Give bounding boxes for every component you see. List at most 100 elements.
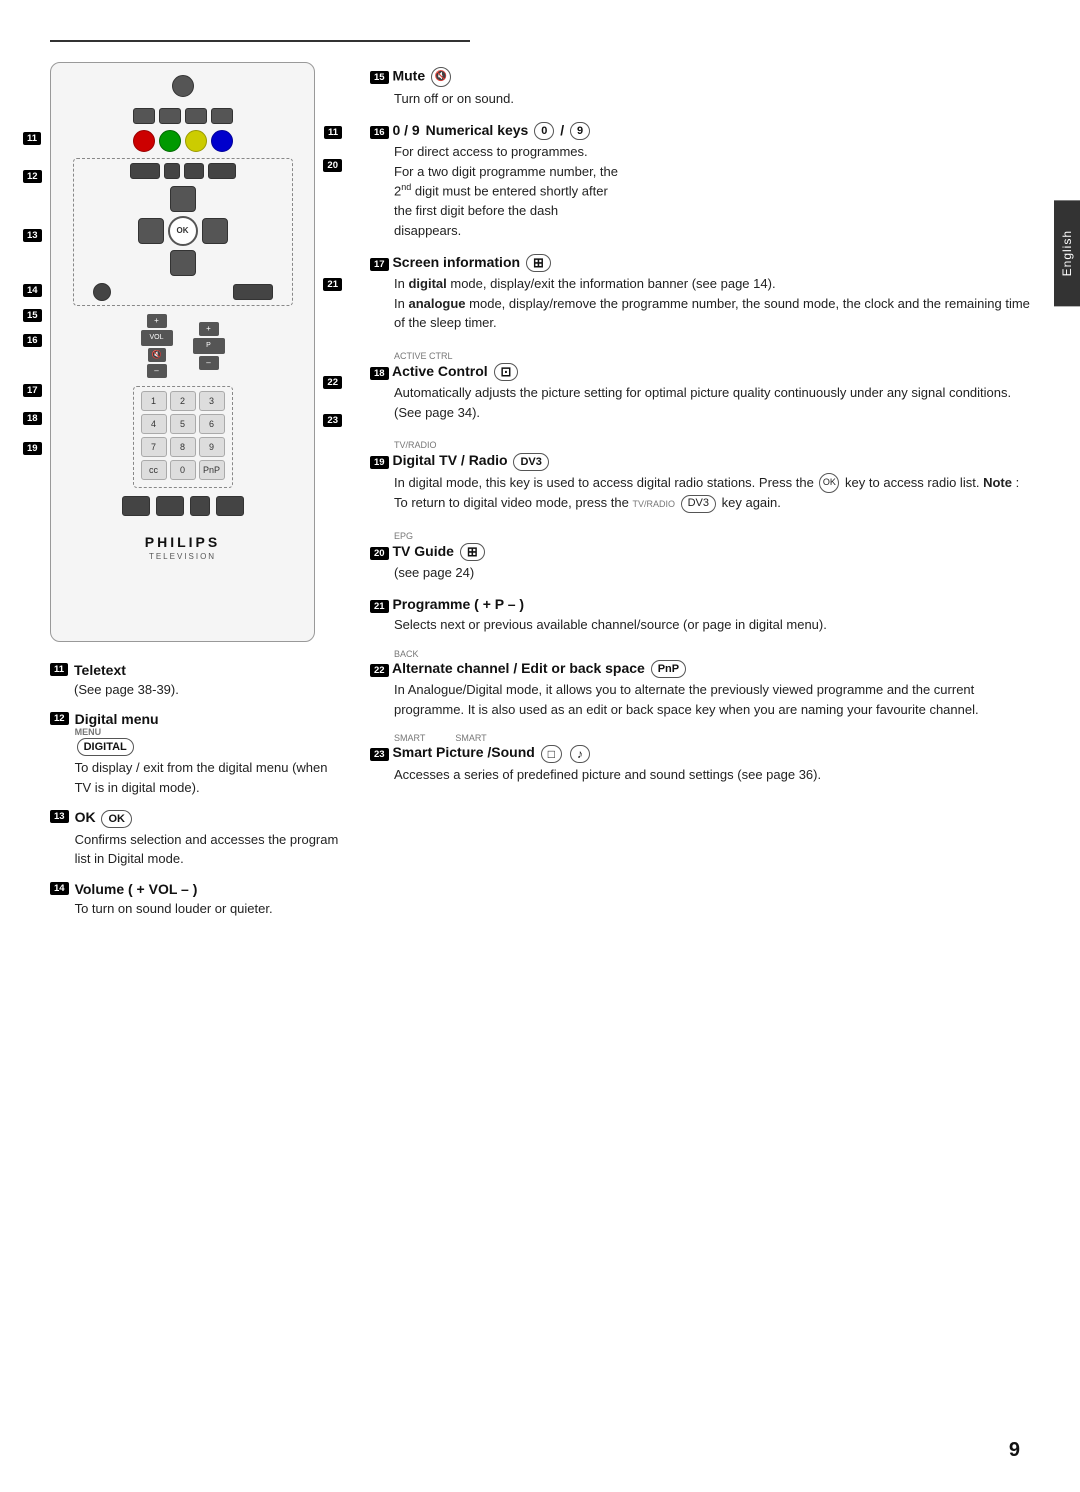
- btn-option: [184, 163, 204, 179]
- item13-body: Confirms selection and accesses the prog…: [75, 830, 340, 869]
- btn-dv3: [156, 496, 184, 516]
- prog-label: P: [193, 338, 225, 354]
- television-label: TELEVISION: [145, 552, 220, 561]
- item-14-section: 14 Volume ( + VOL – ) To turn on sound l…: [50, 881, 340, 919]
- vol-minus: –: [147, 364, 167, 378]
- badge-20: 20: [323, 159, 342, 172]
- item15-mute-icon: 🔇: [431, 67, 451, 87]
- item-13-section: 13 OK OK Confirms selection and accesses…: [50, 809, 340, 868]
- btn-arrow: [190, 496, 210, 516]
- nav-right: [202, 218, 228, 244]
- item13-btn: OK: [101, 810, 132, 828]
- badge-item20: 20: [370, 547, 389, 560]
- item22-title: 22 Alternate channel / Edit or back spac…: [370, 660, 1030, 678]
- item22-btn: PnP: [651, 660, 686, 678]
- btn-9: 9: [199, 437, 225, 457]
- item19-btn: DV3: [513, 453, 548, 471]
- remote-column: OK + VOL: [50, 62, 340, 931]
- item-16-section: 16 0 / 9 Numerical keys 0 / 9 For direct…: [370, 122, 1030, 240]
- vol-plus: +: [147, 314, 167, 328]
- badge-item17: 17: [370, 258, 389, 271]
- item17-icon: ⊞: [526, 254, 551, 272]
- badge-item23: 23: [370, 748, 389, 761]
- item-19-section: TV/RADIO 19 Digital TV / Radio DV3 In di…: [370, 436, 1030, 512]
- nav-ok: OK: [168, 216, 198, 246]
- btn-0: 0: [170, 460, 196, 480]
- badge-17: 17: [23, 384, 42, 397]
- btn-menu-digital: [208, 163, 236, 179]
- badge-11r: 11: [324, 126, 342, 139]
- item13-title: OK OK: [75, 809, 340, 827]
- item19-body: In digital mode, this key is used to acc…: [370, 473, 1030, 513]
- philips-logo: PHILIPS: [145, 534, 220, 550]
- btn-cc2: cc: [141, 460, 167, 480]
- badge-item13: 13: [50, 810, 69, 823]
- btn-atheta: [93, 283, 111, 301]
- item14-body: To turn on sound louder or quieter.: [75, 899, 273, 919]
- btn-yellow: [185, 130, 207, 152]
- badge-22: 22: [323, 376, 342, 389]
- nav-cluster: OK: [138, 186, 228, 276]
- badge-19: 19: [23, 442, 42, 455]
- item-21-section: 21 Programme ( + P – ) Selects next or p…: [370, 596, 1030, 635]
- nav-left: [138, 218, 164, 244]
- item19-ok-inline: OK: [819, 473, 839, 493]
- btn-eb: [185, 108, 207, 124]
- badge-12: 12: [23, 170, 42, 183]
- btn-active-ctrl: [122, 496, 150, 516]
- item-17-section: 17 Screen information ⊞ In digital mode,…: [370, 254, 1030, 333]
- btn-1: 1: [141, 391, 167, 411]
- label-13: 13: [23, 228, 42, 242]
- item11-body: (See page 38-39).: [74, 680, 179, 700]
- top-rule: [50, 40, 470, 42]
- badge-item22: 22: [370, 664, 389, 677]
- badge-item14: 14: [50, 882, 69, 895]
- badge-item18: 18: [370, 367, 389, 380]
- badge-item19: 19: [370, 456, 389, 469]
- btn-menu-tv: [130, 163, 160, 179]
- item15-title: 15 Mute 🔇: [370, 67, 1030, 87]
- btn-4: 4: [141, 414, 167, 434]
- btn-2: 2: [170, 391, 196, 411]
- item20-label-above: EPG: [394, 531, 413, 541]
- item-20-section: EPG 20 TV Guide ⊞ (see page 24): [370, 527, 1030, 583]
- btn-5: 5: [170, 414, 196, 434]
- badge-18: 18: [23, 412, 42, 425]
- btn-pnp: PnP: [199, 460, 225, 480]
- item16-title: 16 0 / 9 Numerical keys 0 / 9: [370, 122, 1030, 140]
- btn-smart: [216, 496, 244, 516]
- item19-title: 19 Digital TV / Radio DV3: [370, 452, 1030, 470]
- label-20: 20: [323, 158, 342, 172]
- label-18: 18: [23, 411, 42, 425]
- item23-icon1: □: [541, 745, 562, 763]
- label-14: 14: [23, 283, 42, 297]
- item20-body: (see page 24): [370, 563, 1030, 583]
- page-number: 9: [1009, 1439, 1020, 1462]
- item18-icon: ⊡: [494, 363, 519, 381]
- label-12: 12: [23, 169, 42, 183]
- vol-label: VOL: [141, 330, 173, 346]
- item23-title: 23 Smart Picture /Sound □ ♪: [370, 744, 1030, 762]
- item12-btn: DIGITAL: [77, 738, 134, 756]
- btn-ii: [159, 108, 181, 124]
- item18-title: 18 Active Control ⊡: [370, 363, 1030, 381]
- label-11: 11: [23, 131, 41, 145]
- nav-down: [170, 250, 196, 276]
- item19-tv-radio-label: TV/RADIO: [632, 499, 675, 509]
- badge-21: 21: [323, 278, 342, 291]
- label-16: 16: [23, 333, 42, 347]
- item-23-section: SMART SMART 23 Smart Picture /Sound □ ♪ …: [370, 733, 1030, 784]
- item23-label1: SMART: [394, 733, 425, 743]
- prog-minus: –: [199, 356, 219, 370]
- item21-title: 21 Programme ( + P – ): [370, 596, 1030, 613]
- btn-red: [133, 130, 155, 152]
- item18-body: Automatically adjusts the picture settin…: [370, 383, 1030, 422]
- item16-btn9: 9: [570, 122, 590, 140]
- badge-item15: 15: [370, 71, 389, 84]
- item14-title: Volume ( + VOL – ): [75, 881, 273, 897]
- item22-body: In Analogue/Digital mode, it allows you …: [370, 680, 1030, 719]
- item-22-section: BACK 22 Alternate channel / Edit or back…: [370, 649, 1030, 719]
- label-21: 21: [323, 275, 342, 291]
- label-23: 23: [323, 411, 342, 427]
- item16-btn0: 0: [534, 122, 554, 140]
